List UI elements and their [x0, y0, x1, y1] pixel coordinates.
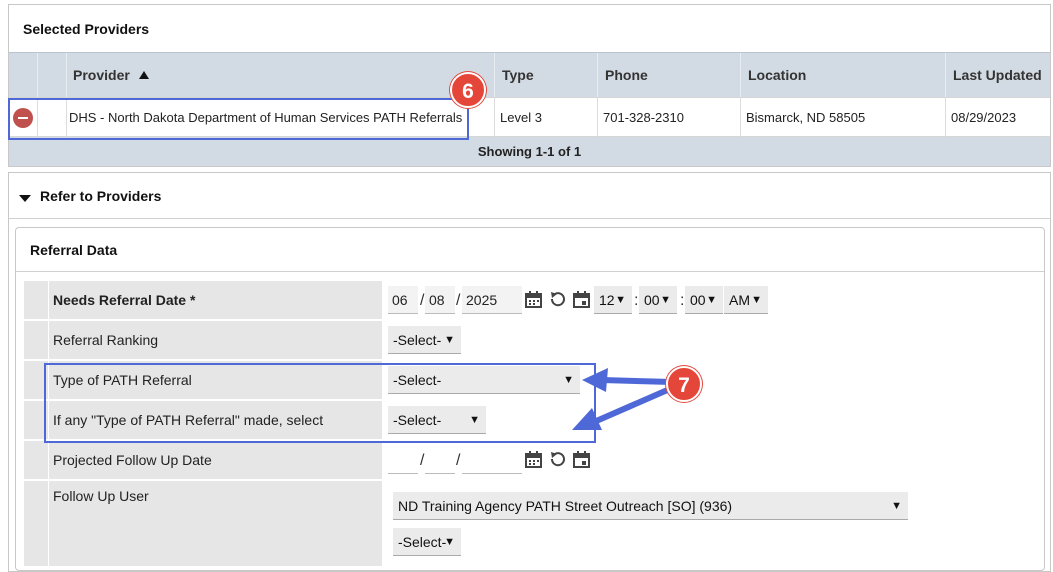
date-separator: /	[420, 452, 425, 469]
annotation-badge-7: 7	[666, 366, 702, 402]
selected-providers-title: Selected Providers	[23, 21, 150, 37]
column-header-location[interactable]: Location	[748, 53, 806, 98]
time-separator: :	[680, 292, 685, 309]
follow-up-user-label: Follow Up User	[49, 481, 382, 566]
needs-referral-date-label: Needs Referral Date *	[49, 281, 382, 319]
column-header-type[interactable]: Type	[502, 53, 534, 98]
minute-select[interactable]: 00 ▼	[639, 286, 677, 314]
calendar-today-icon[interactable]	[573, 291, 590, 308]
reset-icon[interactable]	[549, 451, 566, 468]
providers-table-header: Provider Type Phone Location Last Update…	[9, 52, 1050, 98]
follow-up-user-select[interactable]: ND Training Agency PATH Street Outreach …	[393, 492, 908, 520]
provider-location: Bismarck, ND 58505	[746, 110, 866, 125]
pagination-summary: Showing 1-1 of 1	[9, 137, 1050, 166]
follow-up-year-input[interactable]	[462, 446, 522, 474]
referral-month-input[interactable]: 06	[388, 286, 418, 314]
hour-select[interactable]: 12 ▼	[594, 286, 632, 314]
chevron-down-icon: ▼	[444, 334, 455, 346]
time-separator: :	[634, 292, 639, 309]
refer-to-providers-title[interactable]: Refer to Providers	[40, 188, 161, 204]
calendar-icon[interactable]	[525, 291, 542, 308]
follow-up-user-secondary-select[interactable]: -Select- ▼	[393, 528, 461, 556]
highlight-box-path-referral	[44, 363, 596, 443]
date-separator: /	[420, 292, 425, 309]
divider	[16, 271, 1044, 272]
column-header-phone[interactable]: Phone	[605, 53, 648, 98]
chevron-down-icon: ▼	[891, 500, 902, 512]
chevron-down-icon: ▼	[706, 294, 717, 306]
reset-icon[interactable]	[549, 291, 566, 308]
row-marker	[24, 321, 48, 359]
chevron-down-icon: ▼	[444, 536, 455, 548]
provider-last-updated: 08/29/2023	[951, 110, 1017, 125]
referral-year-input[interactable]: 2025	[462, 286, 522, 314]
follow-up-day-input[interactable]	[425, 446, 455, 474]
calendar-icon[interactable]	[525, 451, 542, 468]
follow-up-month-input[interactable]	[388, 446, 418, 474]
referral-data-title: Referral Data	[30, 242, 118, 258]
referral-day-input[interactable]: 08	[425, 286, 455, 314]
sort-ascending-icon	[138, 71, 149, 79]
date-separator: /	[456, 452, 461, 469]
column-header-provider[interactable]: Provider	[73, 53, 150, 98]
projected-follow-up-date-label: Projected Follow Up Date	[49, 441, 382, 479]
referral-ranking-label: Referral Ranking	[49, 321, 382, 359]
referral-ranking-select[interactable]: -Select- ▼	[388, 326, 461, 354]
annotation-badge-6: 6	[450, 72, 486, 108]
chevron-down-icon: ▼	[615, 294, 626, 306]
ampm-select[interactable]: AM ▼	[724, 286, 768, 314]
collapse-triangle-icon[interactable]	[19, 190, 31, 206]
date-separator: /	[456, 292, 461, 309]
column-header-last-updated[interactable]: Last Updated	[953, 53, 1042, 98]
chevron-down-icon: ▼	[751, 294, 762, 306]
calendar-today-icon[interactable]	[573, 451, 590, 468]
row-marker	[24, 441, 48, 479]
chevron-down-icon: ▼	[660, 294, 671, 306]
row-marker	[24, 281, 48, 319]
provider-type: Level 3	[500, 110, 542, 125]
provider-phone: 701-328-2310	[603, 110, 684, 125]
second-select[interactable]: 00 ▼	[685, 286, 723, 314]
divider	[9, 218, 1050, 219]
highlight-box-provider	[8, 98, 469, 140]
row-marker	[24, 481, 48, 566]
